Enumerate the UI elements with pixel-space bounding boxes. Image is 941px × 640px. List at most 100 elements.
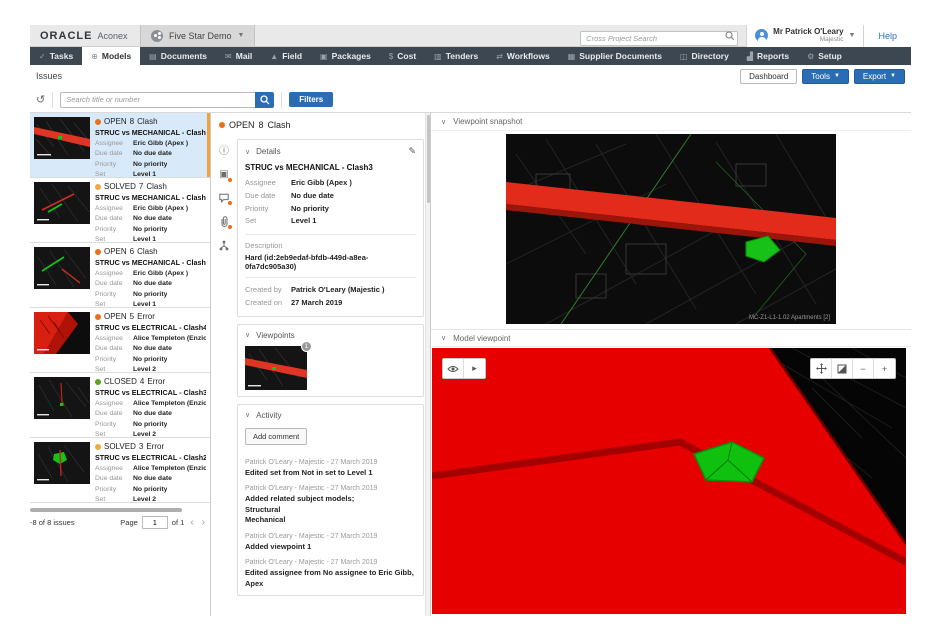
collapse-chevron-icon[interactable]: ∨ xyxy=(441,118,446,126)
issue-title: STRUC vs MECHANICAL - Clash2 xyxy=(95,194,206,201)
search-icon[interactable] xyxy=(725,31,735,41)
chevron-down-icon: ▼ xyxy=(890,73,896,79)
snapshot-watermark: MC-Z1-L1-1.02 Apartments [2] xyxy=(749,315,830,321)
detail-status: OPEN xyxy=(229,120,255,130)
user-menu[interactable]: Mr Patrick O'Leary Majestic ▼ xyxy=(746,25,863,47)
issue-list-item-6[interactable]: OPEN6Clash STRUC vs MECHANICAL - Clash1 … xyxy=(30,243,210,308)
activity-author: Patrick O'Leary - Majestic - 27 March 20… xyxy=(245,485,416,492)
zoom-in-icon[interactable]: + xyxy=(874,359,895,378)
issue-thumbnail xyxy=(34,247,90,289)
nav-tab-tenders[interactable]: ▥Tenders xyxy=(425,47,487,65)
page-input[interactable] xyxy=(142,516,168,529)
supplier-docs-icon: ▦ xyxy=(568,52,576,61)
issue-list-item-5[interactable]: OPEN5Error STRUC vs ELECTRICAL - Clash4 … xyxy=(30,308,210,373)
cost-icon: $ xyxy=(389,52,393,61)
nav-tab-mail[interactable]: ✉Mail xyxy=(216,47,261,65)
collapse-chevron-icon[interactable]: ∨ xyxy=(245,331,250,339)
detail-due: No due date xyxy=(291,190,334,203)
issue-thumbnail xyxy=(34,442,90,484)
section-cube-icon[interactable] xyxy=(832,359,853,378)
aconex-logo-text: Aconex xyxy=(97,31,127,41)
issue-title: STRUC vs MECHANICAL - Clash1 xyxy=(95,259,206,266)
nav-tab-documents[interactable]: ▤Documents xyxy=(140,47,216,65)
eye-icon[interactable] xyxy=(443,359,464,378)
detail-header: OPEN 8 Clash xyxy=(211,113,430,136)
viewpoint-thumbnail[interactable]: 1 xyxy=(245,346,307,390)
issue-list-item-4[interactable]: CLOSED4Error STRUC vs ELECTRICAL - Clash… xyxy=(30,373,210,438)
nav-tab-packages[interactable]: ▣Packages xyxy=(311,47,380,65)
activity-section-title: Activity xyxy=(256,411,281,420)
collapse-chevron-icon[interactable]: ∨ xyxy=(245,148,250,156)
next-page-icon[interactable]: › xyxy=(200,517,207,528)
viewpoints-icon[interactable]: ▣ xyxy=(219,170,228,180)
issue-list-item-7[interactable]: SOLVED7Clash STRUC vs MECHANICAL - Clash… xyxy=(30,178,210,243)
horizontal-scrollbar[interactable] xyxy=(30,508,182,512)
attachment-icon[interactable] xyxy=(220,216,229,227)
cross-project-search-input[interactable] xyxy=(580,31,738,46)
issue-title: STRUC vs ELECTRICAL - Clash3 xyxy=(95,389,206,396)
issue-list-item-8[interactable]: OPEN8Clash STRUC vs MECHANICAL - Clash3 … xyxy=(30,113,210,178)
status-dot xyxy=(95,444,101,450)
nav-tab-workflows[interactable]: ⇄Workflows xyxy=(487,47,559,65)
issue-thumbnail xyxy=(34,182,90,224)
help-link[interactable]: Help xyxy=(878,31,897,41)
main-nav: ✓Tasks ⊕Models ▤Documents ✉Mail ▲Field ▣… xyxy=(30,47,911,65)
nav-tab-cost[interactable]: $Cost xyxy=(380,47,425,65)
model-viewpoint-image xyxy=(432,348,906,614)
expand-arrow-icon[interactable]: ▸ xyxy=(464,359,485,378)
tenders-icon: ▥ xyxy=(434,52,442,61)
model-viewpoint-canvas[interactable]: ▸ − + xyxy=(432,348,906,614)
activity-text: Edited set from Not in set to Level 1 xyxy=(245,468,416,479)
oracle-logo: ORACLE xyxy=(40,30,92,42)
nav-tab-setup[interactable]: ⚙Setup xyxy=(798,47,851,65)
pan-icon[interactable] xyxy=(811,359,832,378)
vertical-scrollbar[interactable] xyxy=(425,113,430,616)
page-title: Issues xyxy=(36,71,62,81)
dashboard-button[interactable]: Dashboard xyxy=(740,69,797,84)
viewer-right-controls: − + xyxy=(810,358,896,379)
zoom-out-icon[interactable]: − xyxy=(853,359,874,378)
issue-search-input[interactable] xyxy=(60,92,255,108)
activity-entry: Patrick O'Leary - Majestic - 27 March 20… xyxy=(245,559,416,589)
filters-button[interactable]: Filters xyxy=(289,92,333,107)
info-icon[interactable]: ⓘ xyxy=(219,147,229,157)
status-dot xyxy=(95,379,101,385)
nav-tab-supplier-documents[interactable]: ▦Supplier Documents xyxy=(559,47,671,65)
refresh-icon[interactable]: ↺ xyxy=(36,93,45,106)
search-button[interactable] xyxy=(255,92,274,108)
issue-thumbnail xyxy=(34,377,90,419)
nav-tab-models[interactable]: ⊕Models xyxy=(82,47,140,65)
prev-page-icon[interactable]: ‹ xyxy=(188,517,195,528)
workflow-icon: ⇄ xyxy=(496,52,503,61)
user-name: Mr Patrick O'Leary xyxy=(773,28,843,36)
details-card: ∨ Details ✎ STRUC vs MECHANICAL - Clash3… xyxy=(237,139,424,317)
user-avatar xyxy=(755,29,768,42)
add-comment-button[interactable]: Add comment xyxy=(245,428,307,445)
nav-tab-field[interactable]: ▲Field xyxy=(261,47,311,65)
tools-button[interactable]: Tools▼ xyxy=(802,69,849,84)
reports-icon: ▟ xyxy=(747,52,753,61)
nav-tab-reports[interactable]: ▟Reports xyxy=(738,47,798,65)
pagination: -8 of 8 issues Page of 1 ‹ › xyxy=(30,516,211,529)
model-viewpoint-title: Model viewpoint xyxy=(453,334,510,343)
related-models-icon[interactable] xyxy=(219,240,229,251)
project-selector[interactable]: Five Star Demo ▼ xyxy=(140,25,255,46)
viewpoints-card: ∨ Viewpoints 1 xyxy=(237,324,424,397)
issue-detail-panel: OPEN 8 Clash ⓘ ▣ ∨ Details xyxy=(211,113,431,616)
content-area: OPEN8Clash STRUC vs MECHANICAL - Clash3 … xyxy=(30,113,911,616)
viewpoints-section-title: Viewpoints xyxy=(256,331,295,340)
gear-icon: ⚙ xyxy=(807,52,814,61)
export-button[interactable]: Export▼ xyxy=(854,69,905,84)
collapse-chevron-icon[interactable]: ∨ xyxy=(441,334,446,342)
comments-icon[interactable] xyxy=(219,193,229,203)
nav-tab-tasks[interactable]: ✓Tasks xyxy=(30,47,82,65)
issue-list-panel: OPEN8Clash STRUC vs MECHANICAL - Clash3 … xyxy=(30,113,211,616)
user-org: Majestic xyxy=(773,37,843,44)
nav-tab-directory[interactable]: ◫Directory xyxy=(671,47,738,65)
edit-pencil-icon[interactable]: ✎ xyxy=(408,146,416,157)
count-badge xyxy=(227,224,233,230)
issue-list-item-3[interactable]: SOLVED3Error STRUC vs ELECTRICAL - Clash… xyxy=(30,438,210,503)
status-dot xyxy=(219,122,225,128)
description-value: Hard (id:2eb9edaf-bfdb-449d-a8ea-0fa7dc9… xyxy=(245,253,416,271)
collapse-chevron-icon[interactable]: ∨ xyxy=(245,411,250,419)
